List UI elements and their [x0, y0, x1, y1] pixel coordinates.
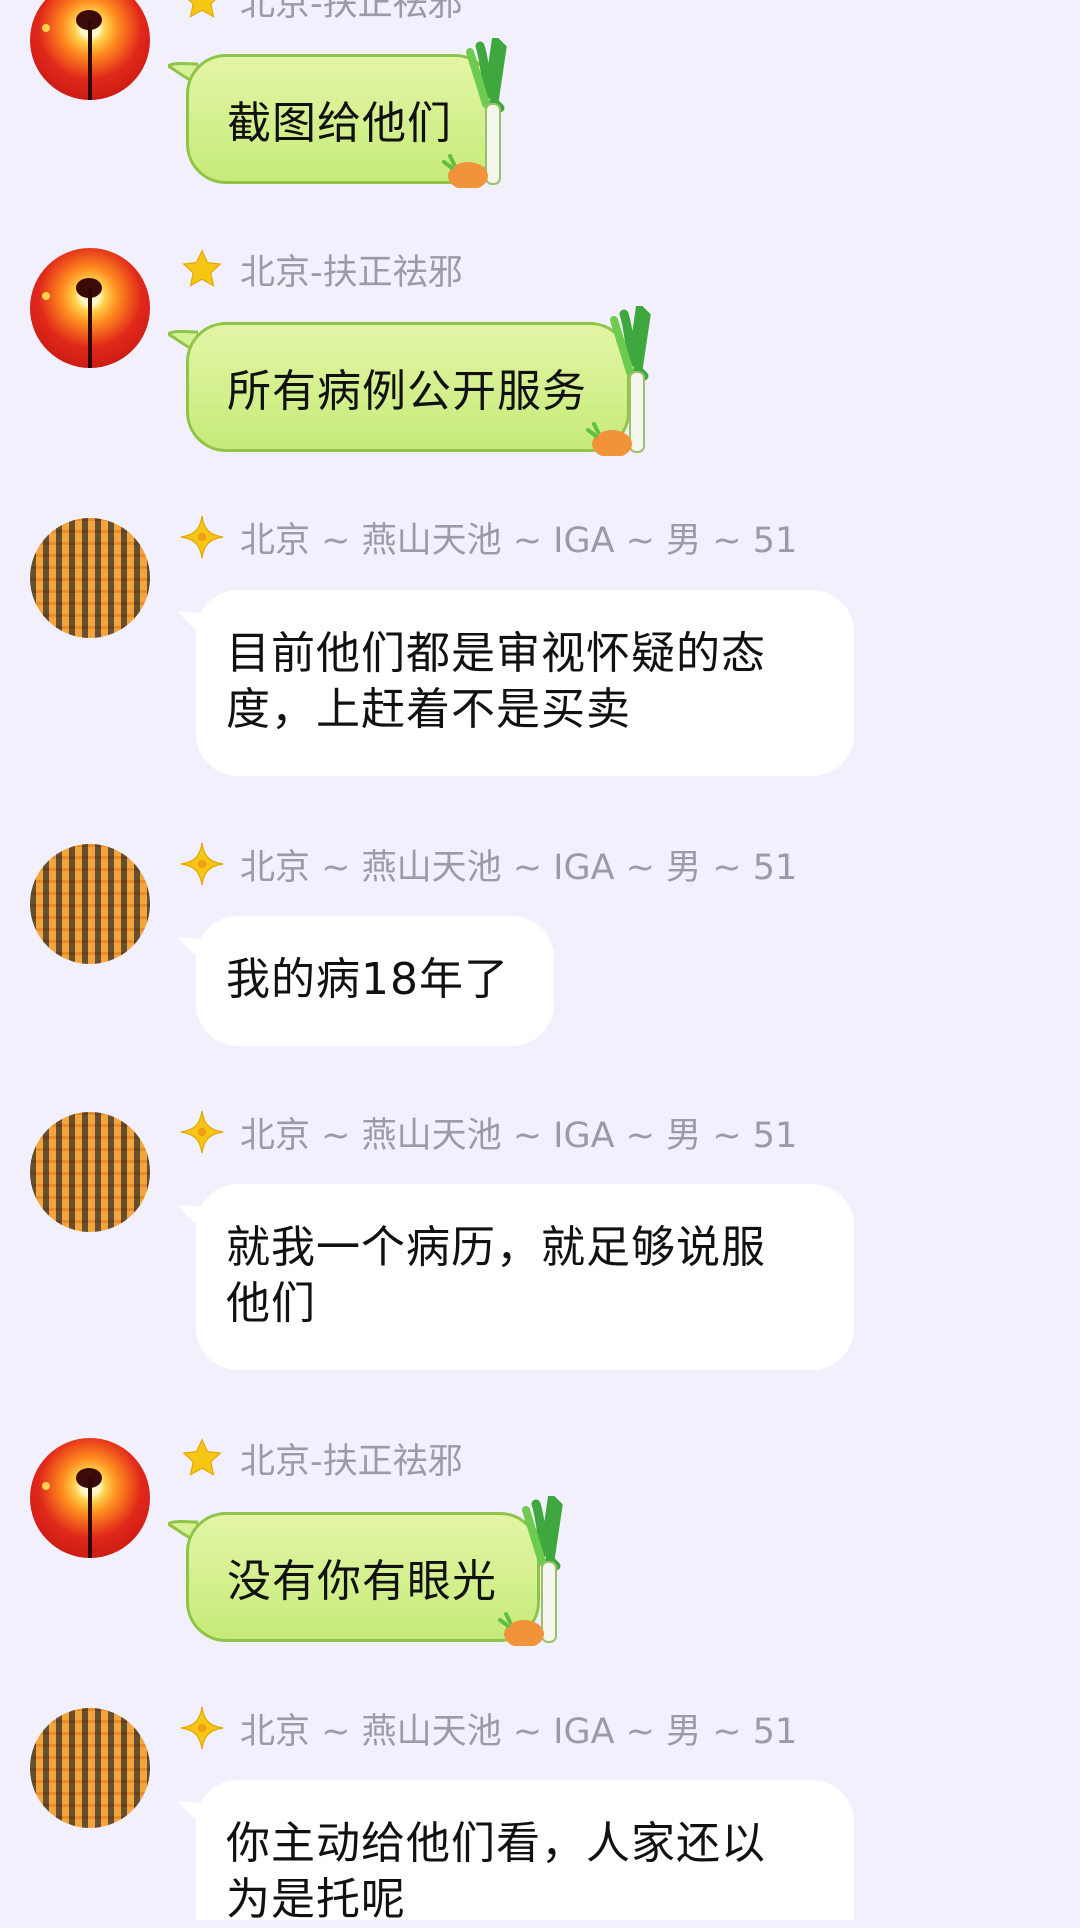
star-badge-icon [178, 0, 226, 24]
sender-meta: 北京-扶正祛邪 [178, 0, 463, 24]
avatar[interactable] [30, 0, 150, 100]
message-line: 目前他们都是审视怀疑的态 [226, 628, 766, 679]
message-line: 你主动给他们看，人家还以 [226, 1818, 766, 1869]
message-line: 他们 [226, 1278, 316, 1329]
diamond-badge-icon [178, 1108, 226, 1156]
sender-name[interactable]: 北京-扶正祛邪 [240, 0, 463, 26]
sender-name[interactable]: 北京-扶正祛邪 [240, 1433, 463, 1484]
diamond-badge-icon [178, 840, 226, 888]
sender-meta: 北京 ~ 燕山天池 ~ IGA ~ 男 ~ 51 [178, 1108, 797, 1156]
message-bubble[interactable]: 就我一个病历，就足够说服 他们 [196, 1184, 854, 1370]
message-bubble[interactable]: 你主动给他们看，人家还以 为是托呢 [196, 1780, 854, 1925]
message-text: 截图给他们 [227, 98, 452, 149]
leek-sticker-icon [440, 32, 510, 190]
sender-name[interactable]: 北京 ~ 燕山天池 ~ IGA ~ 男 ~ 51 [240, 839, 797, 890]
star-badge-icon [178, 1434, 226, 1482]
message-bubble[interactable]: 没有你有眼光 [186, 1512, 540, 1642]
sender-name[interactable]: 北京 ~ 燕山天池 ~ IGA ~ 男 ~ 51 [240, 1703, 797, 1754]
avatar[interactable] [30, 1708, 150, 1828]
message-text: 所有病例公开服务 [227, 366, 587, 417]
sender-name[interactable]: 北京 ~ 燕山天池 ~ IGA ~ 男 ~ 51 [240, 512, 797, 563]
sender-meta: 北京-扶正祛邪 [178, 1434, 463, 1482]
sender-name[interactable]: 北京-扶正祛邪 [240, 244, 463, 295]
message-line: 度，上赶着不是买卖 [226, 684, 631, 735]
sender-meta: 北京-扶正祛邪 [178, 245, 463, 293]
avatar[interactable] [30, 518, 150, 638]
sender-name[interactable]: 北京 ~ 燕山天池 ~ IGA ~ 男 ~ 51 [240, 1107, 797, 1158]
sender-meta: 北京 ~ 燕山天池 ~ IGA ~ 男 ~ 51 [178, 513, 797, 561]
message-bubble[interactable]: 我的病18年了 [196, 916, 554, 1046]
leek-sticker-icon [496, 1490, 566, 1648]
avatar[interactable] [30, 1112, 150, 1232]
avatar[interactable] [30, 248, 150, 368]
message-line: 就我一个病历，就足够说服 [226, 1222, 766, 1273]
message-bubble[interactable]: 目前他们都是审视怀疑的态 度，上赶着不是买卖 [196, 590, 854, 776]
avatar[interactable] [30, 844, 150, 964]
sender-meta: 北京 ~ 燕山天池 ~ IGA ~ 男 ~ 51 [178, 840, 797, 888]
message-bubble[interactable]: 所有病例公开服务 [186, 322, 630, 452]
leek-sticker-icon [584, 300, 654, 458]
message-text: 没有你有眼光 [227, 1556, 497, 1607]
message-line: 我的病18年了 [226, 954, 509, 1005]
sender-meta: 北京 ~ 燕山天池 ~ IGA ~ 男 ~ 51 [178, 1704, 797, 1752]
diamond-badge-icon [178, 1704, 226, 1752]
avatar[interactable] [30, 1438, 150, 1558]
star-badge-icon [178, 245, 226, 293]
diamond-badge-icon [178, 513, 226, 561]
